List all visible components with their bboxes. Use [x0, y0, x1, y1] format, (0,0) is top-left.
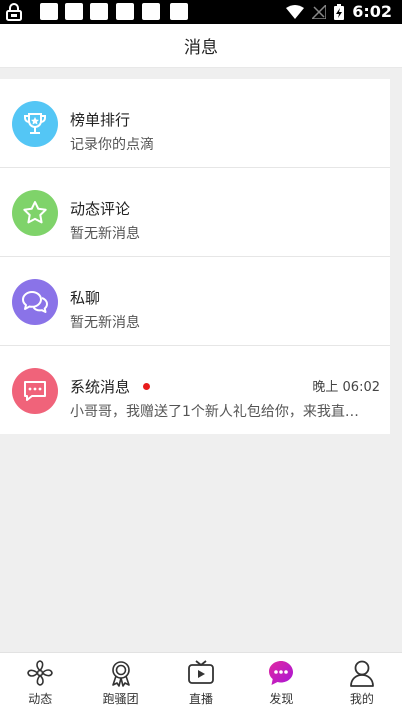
message-icon — [12, 368, 58, 414]
message-item-comments[interactable]: 动态评论 暂无新消息 — [0, 168, 390, 257]
notification-icon — [40, 3, 58, 20]
badge-icon — [107, 659, 135, 687]
tab-label: 跑骚团 — [102, 692, 139, 706]
notification-icon — [116, 3, 134, 20]
status-time: 6:02 — [352, 2, 392, 21]
message-title: 系统消息 — [70, 378, 131, 396]
message-time: 晚上 06:02 — [312, 380, 380, 395]
message-item-system[interactable]: 系统消息 晚上 06:02 小哥哥，我赠送了1个新人礼包给你，来我直… — [0, 346, 390, 434]
discover-chat-icon — [267, 659, 295, 687]
pinwheel-icon — [26, 659, 54, 687]
notification-icon — [90, 3, 108, 20]
page-title: 消息 — [0, 24, 402, 68]
notification-icon — [170, 3, 188, 20]
wifi-icon — [286, 4, 305, 19]
chat-bubbles-icon — [12, 279, 58, 325]
unread-dot — [143, 383, 150, 390]
message-title: 动态评论 — [70, 200, 131, 218]
lock-icon — [6, 3, 22, 21]
message-subtitle: 记录你的点滴 — [70, 137, 154, 153]
tab-dynamic[interactable]: 动态 — [0, 653, 80, 711]
message-title: 榜单排行 — [70, 111, 131, 129]
status-bar: 6:02 — [0, 0, 402, 24]
notification-icon — [142, 3, 160, 20]
tab-label: 动态 — [28, 692, 53, 706]
tab-discover[interactable]: 发现 — [241, 653, 321, 711]
tab-mine[interactable]: 我的 — [322, 653, 402, 711]
no-signal-icon — [312, 4, 327, 19]
message-item-private-chat[interactable]: 私聊 暂无新消息 — [0, 257, 390, 346]
tab-label: 发现 — [269, 692, 294, 706]
trophy-icon — [12, 101, 58, 147]
message-subtitle: 暂无新消息 — [70, 315, 140, 331]
tab-label: 我的 — [349, 692, 374, 706]
tab-label: 直播 — [189, 692, 214, 706]
message-item-ranking[interactable]: 榜单排行 记录你的点滴 — [0, 79, 390, 168]
message-subtitle: 小哥哥，我赠送了1个新人礼包给你，来我直… — [70, 404, 359, 420]
tab-live[interactable]: 直播 — [161, 653, 241, 711]
bottom-tab-bar: 动态 跑骚团 直播 发现 我的 — [0, 652, 402, 711]
message-subtitle: 暂无新消息 — [70, 226, 140, 242]
message-list: 榜单排行 记录你的点滴 动态评论 暂无新消息 私聊 暂无新消息 系统消息 晚上 … — [0, 79, 390, 434]
tab-team[interactable]: 跑骚团 — [80, 653, 160, 711]
battery-charging-icon — [334, 3, 345, 20]
message-title: 私聊 — [70, 289, 101, 307]
notification-icon — [65, 3, 83, 20]
user-icon — [348, 659, 376, 687]
tv-play-icon — [187, 659, 215, 687]
star-icon — [12, 190, 58, 236]
